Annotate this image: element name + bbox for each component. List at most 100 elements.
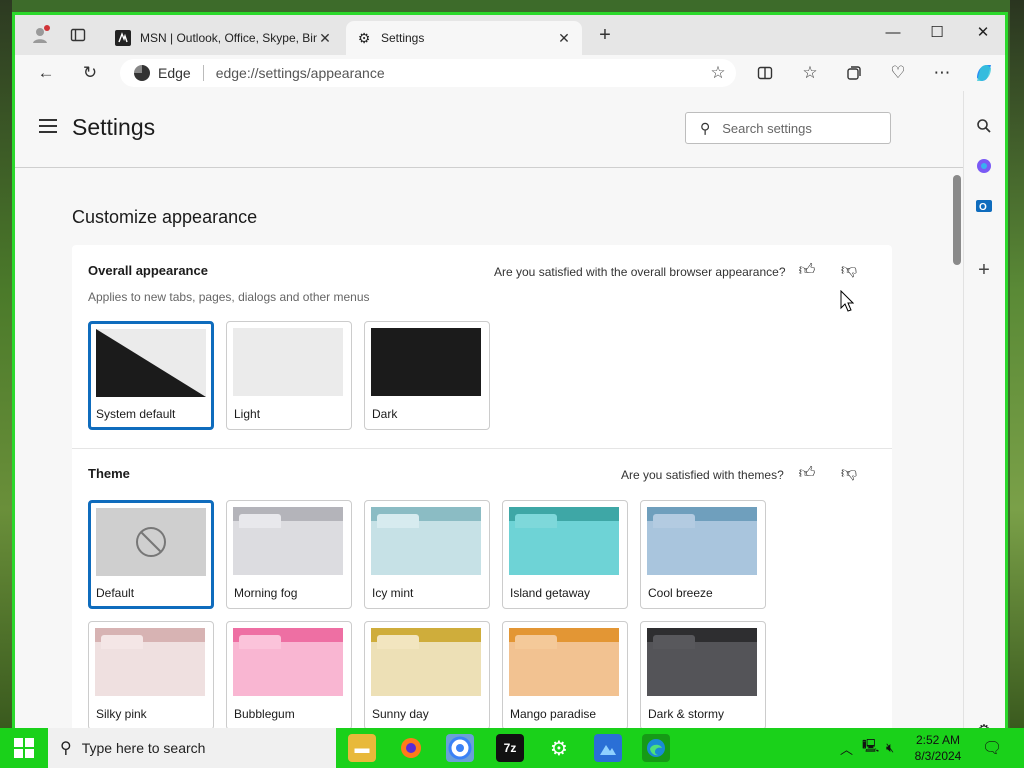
tile-label: Dark [372,407,398,421]
desktop-background-left [0,0,12,728]
taskbar-clock[interactable]: 2:52 AM 8/3/2024 [906,732,970,764]
theme-option-dark-stormy[interactable]: Dark & stormy [640,621,766,728]
address-url[interactable]: edge://settings/appearance [204,65,700,81]
taskbar: ⚲ Type here to search ▬ 7z ⚙ ︿ 🖳︎ 🔇︎ 2:5… [0,728,1024,768]
taskbar-search[interactable]: ⚲ Type here to search [48,728,336,768]
copilot-icon[interactable] [972,62,996,84]
edge-taskbar-icon[interactable] [642,734,670,762]
page-title: Settings [72,114,156,140]
tile-label: Cool breeze [648,586,713,600]
outlook-icon[interactable]: O [973,195,995,217]
theme-preview-body [371,642,481,696]
theme-option-default[interactable]: Default [88,500,214,609]
theme-preview-body [509,521,619,575]
theme-preview-tab [377,514,419,528]
close-tab-icon[interactable]: ✕ [317,30,333,47]
appearance-option-light[interactable]: Light [226,321,352,430]
theme-preview-tab [653,514,695,528]
gear-icon: ⚙ [357,29,371,46]
theme-feedback-question: Are you satisfied with themes? [621,468,784,482]
overall-appearance-heading: Overall appearance [88,263,208,278]
close-tab-icon[interactable]: ✕ [556,30,572,47]
maximize-button[interactable]: ☐ [917,21,957,45]
network-icon[interactable]: 🖳︎ [862,728,879,768]
search-input[interactable]: ⚲ Search settings [685,112,891,144]
address-bar[interactable]: Edge edge://settings/appearance ☆ [120,59,736,87]
thumbs-up-icon[interactable]: 👍︎ [797,464,817,483]
theme-preview-tab [515,514,557,528]
copilot-app-icon[interactable] [973,155,995,177]
scrollbar-thumb[interactable] [953,175,961,265]
desktop-background-right [1010,0,1024,728]
search-icon[interactable] [973,115,995,137]
add-sidebar-app-icon[interactable]: + [973,259,995,281]
theme-preview [96,508,206,576]
settings-header: Settings ⚲ Search settings [15,91,967,168]
split-screen-icon[interactable] [753,62,777,84]
theme-preview-body [509,642,619,696]
msn-favicon-icon [115,30,131,46]
edge-logo-icon [134,65,150,81]
photos-app-icon[interactable] [594,734,622,762]
theme-preview-tab [239,514,281,528]
theme-option-morning-fog[interactable]: Morning fog [226,500,352,609]
thumbs-up-icon[interactable]: 👍︎ [797,261,817,280]
theme-option-bubblegum[interactable]: Bubblegum [226,621,352,728]
navigation-toolbar: ← ↻ Edge edge://settings/appearance ☆ ☆ … [15,55,1005,91]
tile-label: Island getaway [510,586,591,600]
svg-text:O: O [979,202,987,213]
browser-essentials-icon[interactable]: ♡ [886,62,910,84]
back-button[interactable]: ← [34,62,58,84]
collections-icon[interactable] [842,62,866,84]
theme-option-cool-breeze[interactable]: Cool breeze [640,500,766,609]
7zip-icon[interactable]: 7z [496,734,524,762]
tile-label: Light [234,407,261,421]
overall-appearance-subtitle: Applies to new tabs, pages, dialogs and … [88,290,370,304]
appearance-option-dark[interactable]: Dark [364,321,490,430]
theme-option-icy-mint[interactable]: Icy mint [364,500,490,609]
thumbs-down-icon[interactable]: 👎︎ [839,261,859,280]
tab-actions-icon[interactable] [66,23,90,47]
settings-app-icon[interactable]: ⚙ [545,734,573,762]
favorite-star-icon[interactable]: ☆ [700,63,736,83]
mouse-cursor-icon [840,289,855,315]
theme-option-sunny-day[interactable]: Sunny day [364,621,490,728]
system-default-preview [96,329,206,397]
file-explorer-icon[interactable]: ▬ [348,734,376,762]
theme-preview-body [371,521,481,575]
new-tab-button[interactable]: + [593,25,617,45]
appearance-option-system-default[interactable]: System default [88,321,214,430]
tab-title: MSN | Outlook, Office, Skype, Bing [140,31,317,45]
taskbar-search-placeholder: Type here to search [81,740,206,756]
theme-option-mango-paradise[interactable]: Mango paradise [502,621,628,728]
start-button[interactable] [14,738,34,758]
refresh-button[interactable]: ↻ [78,62,102,84]
notifications-icon[interactable]: 🗨︎ [982,728,1002,768]
favorites-icon[interactable]: ☆ [798,62,822,84]
tile-label: Dark & stormy [648,707,725,721]
thumbs-down-icon[interactable]: 👎︎ [839,464,859,483]
tab-bar: MSN | Outlook, Office, Skype, Bing ✕ ⚙ S… [15,15,1005,55]
sidebar-settings-icon[interactable]: ⚙ [973,719,995,728]
theme-option-silky-pink[interactable]: Silky pink [88,621,214,728]
chrome-icon[interactable] [446,734,474,762]
block-icon [136,527,166,557]
volume-muted-icon[interactable]: 🔇︎ [886,728,894,768]
tab-settings[interactable]: ⚙ Settings ✕ [346,21,582,55]
menu-icon[interactable] [39,119,57,133]
show-hidden-icons-icon[interactable]: ︿ [840,728,853,768]
profile-icon[interactable] [29,23,53,47]
browser-window: MSN | Outlook, Office, Skype, Bing ✕ ⚙ S… [12,12,1008,728]
tile-label: Default [96,586,135,600]
firefox-icon[interactable] [397,734,425,762]
theme-preview-body [233,642,343,696]
theme-preview-body [233,521,343,575]
theme-option-island-getaway[interactable]: Island getaway [502,500,628,609]
theme-preview-body [647,521,757,575]
address-brand: Edge [158,65,204,81]
close-window-button[interactable]: ✕ [963,21,1003,45]
tab-title: Settings [381,31,425,45]
minimize-button[interactable]: — [873,21,913,45]
tab-msn[interactable]: MSN | Outlook, Office, Skype, Bing ✕ [105,21,343,55]
more-menu-icon[interactable]: ⋯ [930,62,954,84]
